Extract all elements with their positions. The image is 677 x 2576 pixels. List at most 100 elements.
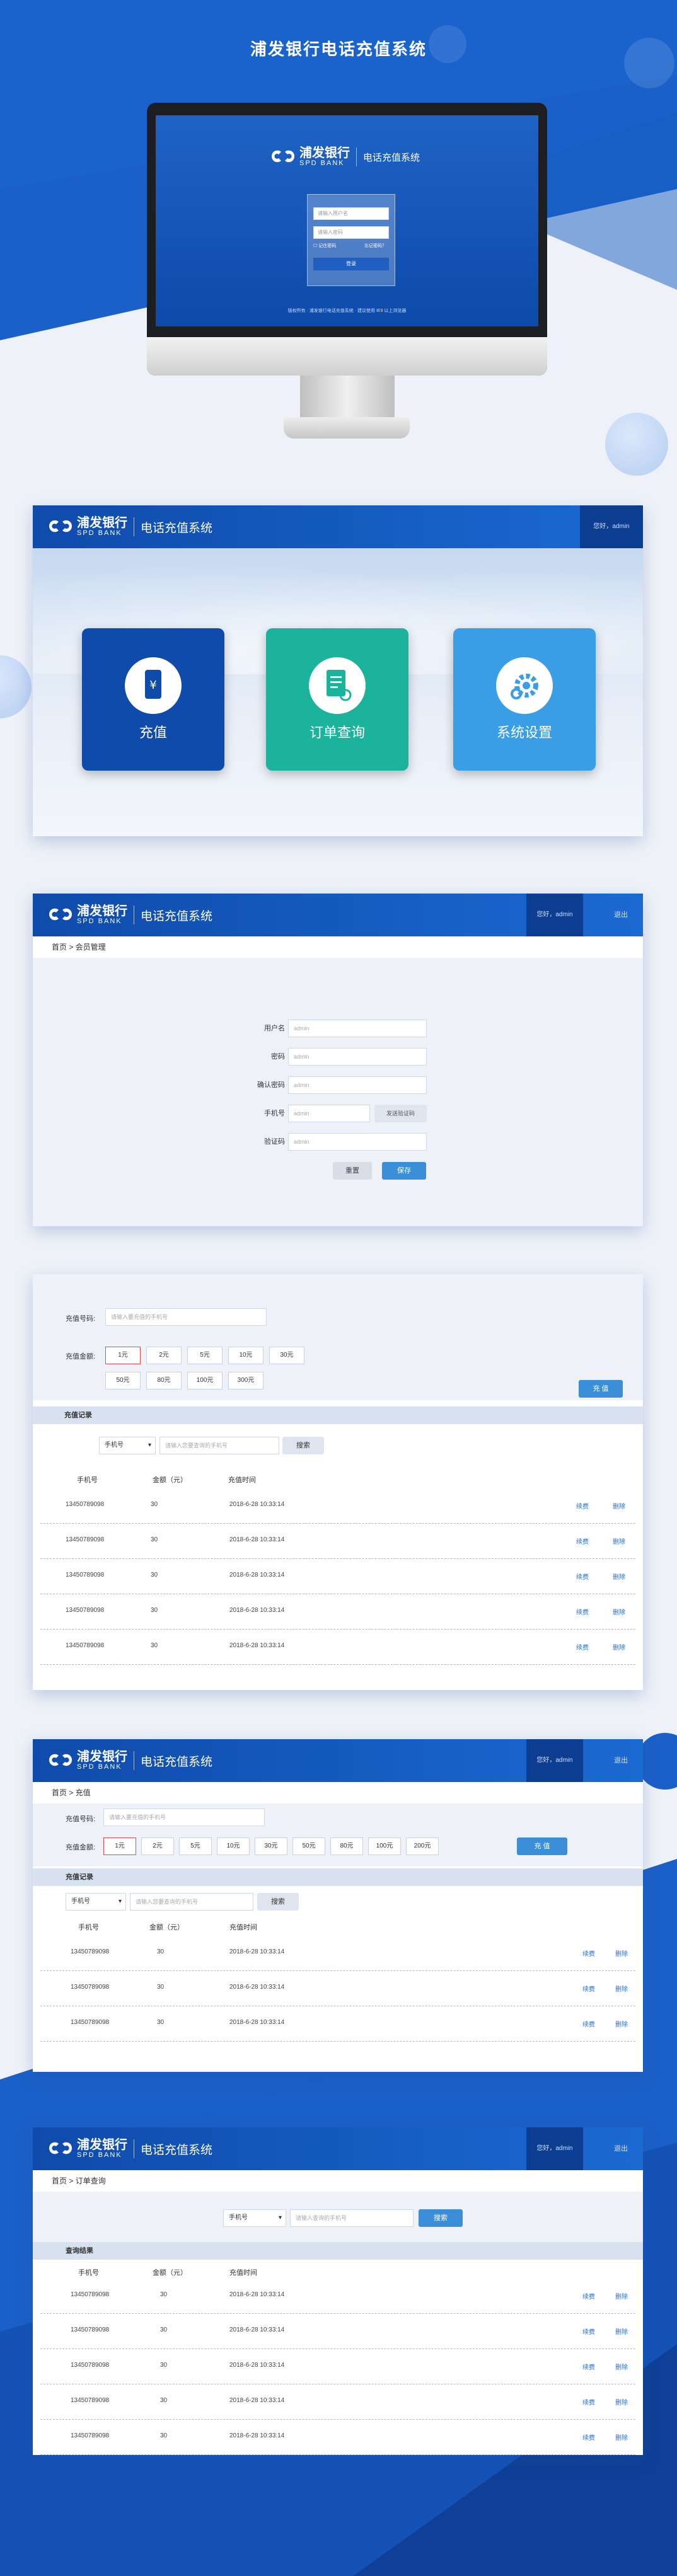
recharge-button[interactable]: 充 值 bbox=[579, 1380, 623, 1398]
login-button[interactable]: 登录 bbox=[313, 258, 389, 270]
amount-option[interactable]: 10元 bbox=[228, 1347, 263, 1364]
amount-option[interactable]: 100元 bbox=[187, 1372, 223, 1389]
renew-link[interactable]: 续费 bbox=[576, 1607, 589, 1616]
cell-phone: 13450789098 bbox=[71, 2291, 110, 2298]
renew-link[interactable]: 续费 bbox=[582, 2397, 595, 2406]
search-button[interactable]: 搜索 bbox=[257, 1893, 299, 1911]
user-greeting[interactable]: 您好，admin bbox=[526, 1739, 583, 1782]
exit-link[interactable]: 退出 bbox=[599, 1739, 643, 1782]
table-row: 13450789098 30 2018-6-28 10:33:14 续费 删除 bbox=[40, 1971, 635, 2006]
tile-recharge[interactable]: ¥ 充值 bbox=[82, 628, 224, 771]
brand-logo: 浦发银行 SPD BANK 电话充值系统 bbox=[47, 2139, 212, 2159]
tile-order-query[interactable]: 订单查询 bbox=[266, 628, 408, 771]
filter-input[interactable]: 请输入您要查询的手机号 bbox=[130, 1893, 253, 1911]
member-form: 用户名 admin 密码 admin 确认密码 admin 手机号 admin … bbox=[33, 958, 643, 1226]
forgot-password-link[interactable]: 忘记密码？ bbox=[364, 243, 386, 249]
renew-link[interactable]: 续费 bbox=[582, 2432, 595, 2442]
table-row: 13450789098 30 2018-6-28 10:33:14 续费 删除 bbox=[40, 2006, 635, 2042]
reset-button[interactable]: 重置 bbox=[333, 1162, 372, 1180]
filter-select[interactable]: 手机号 ▾ bbox=[66, 1893, 126, 1911]
amount-option[interactable]: 50元 bbox=[105, 1372, 141, 1389]
user-greeting[interactable]: 您好，admin bbox=[580, 505, 643, 548]
phone-label: 充值号码: bbox=[66, 1815, 96, 1823]
column-header: 金额（元） bbox=[149, 1924, 184, 1931]
delete-link[interactable]: 删除 bbox=[615, 2432, 628, 2442]
amount-option[interactable]: 30元 bbox=[269, 1347, 304, 1364]
delete-link[interactable]: 删除 bbox=[615, 2291, 628, 2301]
amount-option[interactable]: 2元 bbox=[141, 1837, 174, 1855]
user-greeting[interactable]: 您好，admin bbox=[526, 2127, 583, 2170]
delete-link[interactable]: 删除 bbox=[615, 2362, 628, 2371]
amount-option[interactable]: 30元 bbox=[255, 1837, 287, 1855]
amount-option[interactable]: 100元 bbox=[368, 1837, 401, 1855]
phone-input[interactable]: 请输入要充值的手机号 bbox=[105, 1308, 267, 1326]
brand-name-cn: 浦发银行 bbox=[77, 516, 127, 530]
phone-label: 充值号码: bbox=[66, 1315, 96, 1323]
exit-link[interactable]: 退出 bbox=[599, 894, 643, 936]
delete-link[interactable]: 删除 bbox=[615, 2019, 628, 2028]
tile-settings[interactable]: 系统设置 bbox=[453, 628, 596, 771]
renew-link[interactable]: 续费 bbox=[582, 1948, 595, 1958]
username-input[interactable]: 请输入用户名 bbox=[313, 207, 389, 220]
filter-select[interactable]: 手机号 ▾ bbox=[99, 1437, 156, 1454]
renew-link[interactable]: 续费 bbox=[576, 1536, 589, 1546]
delete-link[interactable]: 删除 bbox=[615, 1984, 628, 1993]
renew-link[interactable]: 续费 bbox=[582, 2291, 595, 2301]
phone-input[interactable]: admin bbox=[288, 1105, 370, 1122]
amount-option[interactable]: 80元 bbox=[146, 1372, 182, 1389]
tile-label: 充值 bbox=[139, 725, 167, 740]
delete-link[interactable]: 删除 bbox=[615, 2326, 628, 2336]
filter-select[interactable]: 手机号 ▾ bbox=[223, 2209, 286, 2227]
amount-option[interactable]: 200元 bbox=[406, 1837, 439, 1855]
user-greeting[interactable]: 您好，admin bbox=[526, 894, 583, 936]
cell-time: 2018-6-28 10:33:14 bbox=[229, 2362, 285, 2369]
renew-link[interactable]: 续费 bbox=[582, 2362, 595, 2371]
delete-link[interactable]: 删除 bbox=[613, 1536, 625, 1546]
phone-input[interactable]: 请输入要充值的手机号 bbox=[103, 1808, 265, 1826]
delete-link[interactable]: 删除 bbox=[613, 1572, 625, 1581]
amount-option[interactable]: 5元 bbox=[179, 1837, 212, 1855]
amount-option-selected[interactable]: 1元 bbox=[105, 1347, 141, 1364]
cell-time: 2018-6-28 10:33:14 bbox=[229, 2326, 285, 2333]
cell-amount: 30 bbox=[160, 2397, 168, 2404]
delete-link[interactable]: 删除 bbox=[613, 1642, 625, 1652]
cell-phone: 13450789098 bbox=[66, 1572, 105, 1578]
amount-option[interactable]: 50元 bbox=[292, 1837, 325, 1855]
column-header: 充值时间 bbox=[228, 1476, 256, 1484]
delete-link[interactable]: 删除 bbox=[615, 2397, 628, 2406]
amount-option[interactable]: 300元 bbox=[228, 1372, 263, 1389]
cell-amount: 30 bbox=[157, 1984, 165, 1991]
send-code-button[interactable]: 发送验证码 bbox=[374, 1105, 427, 1122]
amount-option-selected[interactable]: 1元 bbox=[103, 1837, 136, 1855]
renew-link[interactable]: 续费 bbox=[576, 1501, 589, 1510]
amount-option[interactable]: 5元 bbox=[187, 1347, 223, 1364]
username-input[interactable]: admin bbox=[288, 1020, 427, 1037]
delete-link[interactable]: 删除 bbox=[615, 1948, 628, 1958]
cell-amount: 30 bbox=[151, 1501, 158, 1508]
renew-link[interactable]: 续费 bbox=[576, 1642, 589, 1652]
confirm-password-input[interactable]: admin bbox=[288, 1076, 427, 1094]
password-input[interactable]: admin bbox=[288, 1048, 427, 1066]
save-button[interactable]: 保存 bbox=[382, 1162, 426, 1180]
filter-input[interactable]: 请输入查询的手机号 bbox=[290, 2209, 414, 2227]
app-header: 浦发银行 SPD BANK 电话充值系统 您好，admin 退出 bbox=[33, 894, 643, 936]
system-name: 电话充值系统 bbox=[141, 521, 213, 535]
renew-link[interactable]: 续费 bbox=[582, 2326, 595, 2336]
filter-input[interactable]: 请输入您要查询的手机号 bbox=[159, 1437, 279, 1454]
renew-link[interactable]: 续费 bbox=[582, 1984, 595, 1993]
recharge-button[interactable]: 充 值 bbox=[517, 1837, 567, 1855]
search-button[interactable]: 搜索 bbox=[419, 2209, 463, 2227]
filter-select-value: 手机号 bbox=[105, 1442, 124, 1449]
renew-link[interactable]: 续费 bbox=[582, 2019, 595, 2028]
delete-link[interactable]: 删除 bbox=[613, 1501, 625, 1510]
remember-checkbox[interactable]: ☐ 记住密码 bbox=[313, 243, 336, 249]
exit-link[interactable]: 退出 bbox=[599, 2127, 643, 2170]
delete-link[interactable]: 删除 bbox=[613, 1607, 625, 1616]
renew-link[interactable]: 续费 bbox=[576, 1572, 589, 1581]
amount-option[interactable]: 2元 bbox=[146, 1347, 182, 1364]
password-input[interactable]: 请输入密码 bbox=[313, 226, 389, 239]
amount-option[interactable]: 10元 bbox=[217, 1837, 250, 1855]
search-button[interactable]: 搜索 bbox=[282, 1437, 324, 1454]
code-input[interactable]: admin bbox=[288, 1133, 427, 1151]
amount-option[interactable]: 80元 bbox=[330, 1837, 363, 1855]
